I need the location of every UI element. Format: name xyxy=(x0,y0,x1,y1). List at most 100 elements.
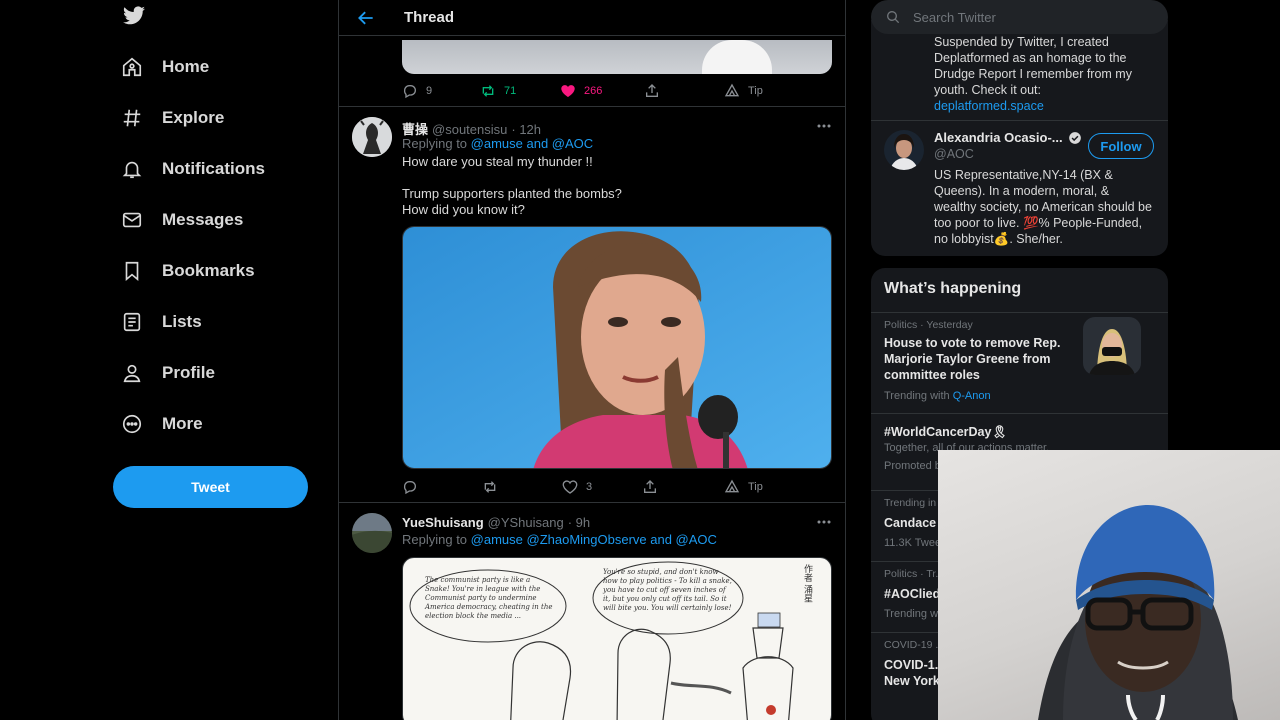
follow-suggestion-aoc[interactable]: Alexandria Ocasio-... @AOC Follow US Rep… xyxy=(871,121,1168,256)
bio-line: Deplatformed as an homage to the xyxy=(934,51,1127,65)
handle[interactable]: @YShuisang xyxy=(488,515,564,530)
tweet-image[interactable] xyxy=(402,226,832,469)
avatar[interactable] xyxy=(352,117,392,157)
tweet-cartoon-image[interactable]: The communist party is like a Snake! You… xyxy=(402,557,832,720)
nav-label: Explore xyxy=(162,108,225,127)
bookmark-icon xyxy=(120,259,144,283)
avatar[interactable] xyxy=(352,513,392,553)
account-name[interactable]: Alexandria Ocasio-... xyxy=(934,130,1063,145)
account-handle[interactable]: @AOC xyxy=(934,147,974,161)
tweet-header: YueShuisang @YShuisang · 9h xyxy=(402,515,590,530)
like-action[interactable]: 266 xyxy=(560,83,602,99)
bell-icon xyxy=(120,157,144,181)
share-icon xyxy=(646,84,658,97)
replying-to: Replying to @amuse @ZhaoMingObserve and … xyxy=(402,532,717,547)
reply-action[interactable]: 9 xyxy=(402,83,432,99)
avatar[interactable] xyxy=(884,130,924,170)
tweet-button[interactable]: Tweet xyxy=(113,466,308,508)
reply-count: 9 xyxy=(426,85,433,97)
thread-column: Thread 9 71 266 Tip 曹操 @soutensisu · 12h… xyxy=(338,0,846,720)
retweet-count: 71 xyxy=(504,85,517,97)
trend-topic: #WorldCancerDay🎗 xyxy=(884,425,1008,439)
tip-icon xyxy=(724,479,740,493)
nav-explore[interactable]: Explore xyxy=(120,98,224,138)
left-navigation: Home Explore Notifications Messages Book… xyxy=(0,0,338,720)
replying-links[interactable]: @amuse and @AOC xyxy=(471,136,594,151)
search-icon xyxy=(887,11,900,24)
retweet-icon xyxy=(484,481,496,493)
more-options-icon[interactable] xyxy=(817,518,831,526)
account-bio: US Representative,NY-14 (BX & Queens). I… xyxy=(934,168,1152,246)
retweet-icon xyxy=(482,85,494,97)
bio-line: Suspended by Twitter, I created xyxy=(934,35,1109,49)
tip-label: Tip xyxy=(748,481,763,493)
nav-more[interactable]: More xyxy=(120,404,203,444)
nav-label: Profile xyxy=(162,363,215,382)
bio-line: Drudge Report I remember from my xyxy=(934,67,1132,81)
speech-bubble-left: The communist party is like a Snake! You… xyxy=(425,576,553,620)
handle[interactable]: @soutensisu xyxy=(432,122,507,137)
panel-title: What’s happening xyxy=(884,280,1022,297)
retweet-action[interactable] xyxy=(482,479,498,495)
tweet-yshuisang[interactable]: YueShuisang @YShuisang · 9h Replying to … xyxy=(339,503,845,720)
reply-icon xyxy=(403,481,416,495)
previous-tweet-image[interactable] xyxy=(402,40,832,74)
nav-bookmarks[interactable]: Bookmarks xyxy=(120,251,255,291)
nav-messages[interactable]: Messages xyxy=(120,200,243,240)
speech-bubble-right: You're so stupid, and don't know how to … xyxy=(603,568,732,612)
trend-meta: Politics · Tr... xyxy=(884,568,945,580)
nav-profile[interactable]: Profile xyxy=(120,353,215,393)
timestamp[interactable]: · 9h xyxy=(568,515,590,530)
replying-to: Replying to @amuse and @AOC xyxy=(402,136,593,151)
replying-links[interactable]: @amuse @ZhaoMingObserve and @AOC xyxy=(471,532,717,547)
cartoon-signature: 作者 涌星 xyxy=(803,564,813,603)
more-options-icon[interactable] xyxy=(817,122,831,130)
tweet-soutensisu[interactable]: 曹操 @soutensisu · 12h Replying to @amuse … xyxy=(339,107,845,502)
trend-topic: House to vote to remove Rep. Marjorie Ta… xyxy=(884,336,1061,382)
who-to-follow-panel: Suspended by Twitter, I created Deplatfo… xyxy=(871,20,1168,256)
nav-label: Notifications xyxy=(162,159,265,178)
trend-meta: Politics · Yesterday xyxy=(884,319,973,331)
reply-action[interactable] xyxy=(402,479,418,495)
tip-action[interactable]: Tip xyxy=(724,83,763,99)
timestamp[interactable]: · 12h xyxy=(511,122,541,137)
follow-button[interactable]: Follow xyxy=(1088,133,1154,159)
nav-home[interactable]: Home xyxy=(120,47,209,87)
back-arrow-icon[interactable] xyxy=(356,8,376,28)
retweet-action[interactable]: 71 xyxy=(480,83,516,99)
reply-icon xyxy=(403,85,416,99)
nav-lists[interactable]: Lists xyxy=(120,302,202,342)
replying-prefix: Replying to xyxy=(402,532,468,547)
trend-item[interactable]: Politics · Yesterday House to vote to re… xyxy=(871,312,1168,413)
verified-badge-icon xyxy=(1068,131,1081,144)
home-icon xyxy=(120,55,144,79)
nav-label: Messages xyxy=(162,210,244,229)
nav-notifications[interactable]: Notifications xyxy=(120,149,265,189)
tip-label: Tip xyxy=(748,85,763,97)
trend-meta: COVID-19 ... xyxy=(884,639,945,651)
share-action[interactable] xyxy=(644,83,660,99)
nav-label: More xyxy=(162,414,203,433)
list-icon xyxy=(120,310,144,334)
display-name[interactable]: YueShuisang xyxy=(402,515,484,530)
search-input[interactable] xyxy=(913,9,1143,25)
twitter-logo-icon[interactable] xyxy=(122,4,146,28)
heart-icon xyxy=(562,480,578,494)
webcam-overlay xyxy=(938,450,1280,720)
bio-line: youth. Check it out: xyxy=(934,83,1042,97)
bio-link[interactable]: deplatformed.space xyxy=(934,98,1154,114)
more-circle-icon xyxy=(120,412,144,436)
share-action[interactable] xyxy=(642,479,658,495)
tip-action[interactable]: Tip xyxy=(724,479,763,495)
trend-sub: Trending with Q-Anon xyxy=(884,390,991,402)
heart-filled-icon xyxy=(561,85,575,97)
suggested-account-bio: Suspended by Twitter, I created Deplatfo… xyxy=(934,34,1154,114)
nav-label: Bookmarks xyxy=(162,261,255,280)
trend-sub-link[interactable]: Q-Anon xyxy=(953,390,991,402)
search-bar[interactable] xyxy=(871,0,1168,34)
like-action[interactable]: 3 xyxy=(562,479,592,495)
like-count: 266 xyxy=(584,85,603,97)
trend-thumbnail xyxy=(1083,317,1141,375)
tweet-text: How dare you steal my thunder !! Trump s… xyxy=(402,154,622,217)
nav-label: Lists xyxy=(162,312,202,331)
